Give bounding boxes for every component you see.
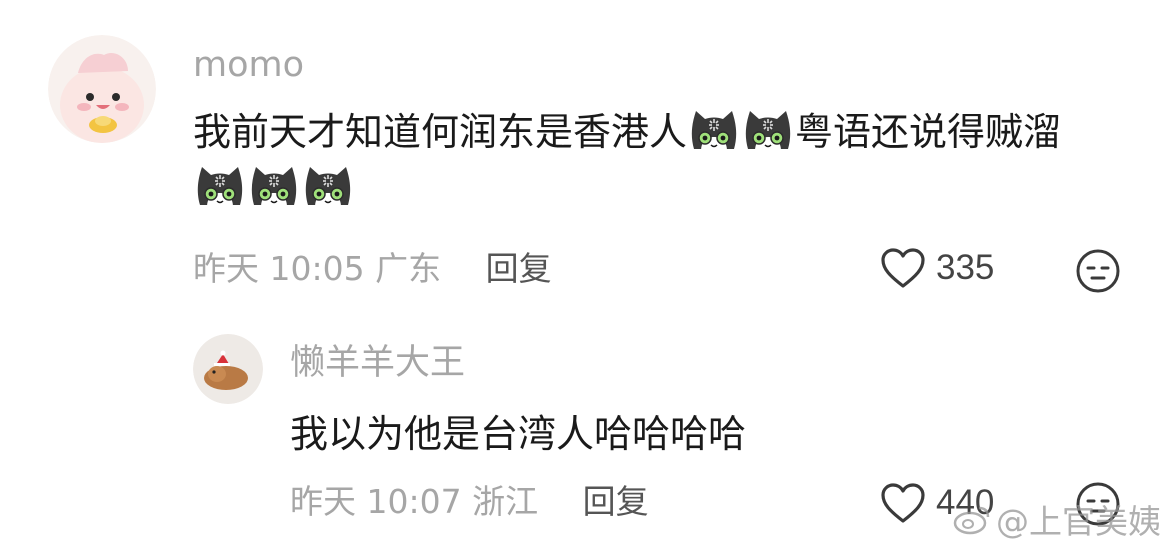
location: 浙江 [472, 482, 539, 521]
dislike-button[interactable] [1075, 248, 1121, 294]
weibo-logo-icon [953, 506, 990, 535]
watermark: @上官美姨 [952, 495, 1161, 543]
like-button[interactable]: 335 [880, 247, 994, 289]
pig-avatar-icon [48, 35, 156, 143]
cat-emoji-icon [688, 105, 740, 157]
unamused-face-icon [1076, 249, 1120, 293]
watermark-text: @上官美姨 [996, 502, 1161, 541]
location: 广东 [375, 249, 442, 288]
cat-emoji-icon [302, 161, 354, 213]
heart-icon [881, 248, 925, 288]
cat-emoji-icon [248, 161, 300, 213]
like-count: 335 [936, 248, 995, 287]
user-avatar[interactable] [48, 35, 156, 143]
heart-icon [881, 483, 925, 523]
username[interactable]: 懒羊羊大王 [290, 346, 465, 381]
comment-meta: 昨天 10:07 浙江 回复 [290, 485, 649, 518]
timestamp: 昨天 10:05 [193, 249, 365, 288]
username[interactable]: momo [193, 48, 304, 83]
timestamp: 昨天 10:07 [290, 482, 462, 521]
comment-text: 我前天才知道何润东是香港人 粤语还说得贼溜 [193, 104, 1113, 216]
comment-meta: 昨天 10:05 广东 回复 [193, 252, 552, 285]
hamster-avatar-icon [193, 334, 263, 404]
comment-text: 我以为他是台湾人哈哈哈哈 [290, 412, 747, 456]
reply-button[interactable]: 回复 [486, 249, 552, 288]
user-avatar[interactable] [193, 334, 263, 404]
reply-button[interactable]: 回复 [583, 482, 649, 521]
comment-text-part: 粤语还说得贼溜 [795, 110, 1062, 154]
cat-emoji-icon [742, 105, 794, 157]
cat-emoji-icon [194, 161, 246, 213]
comment-text-part: 我前天才知道何润东是香港人 [193, 110, 688, 154]
